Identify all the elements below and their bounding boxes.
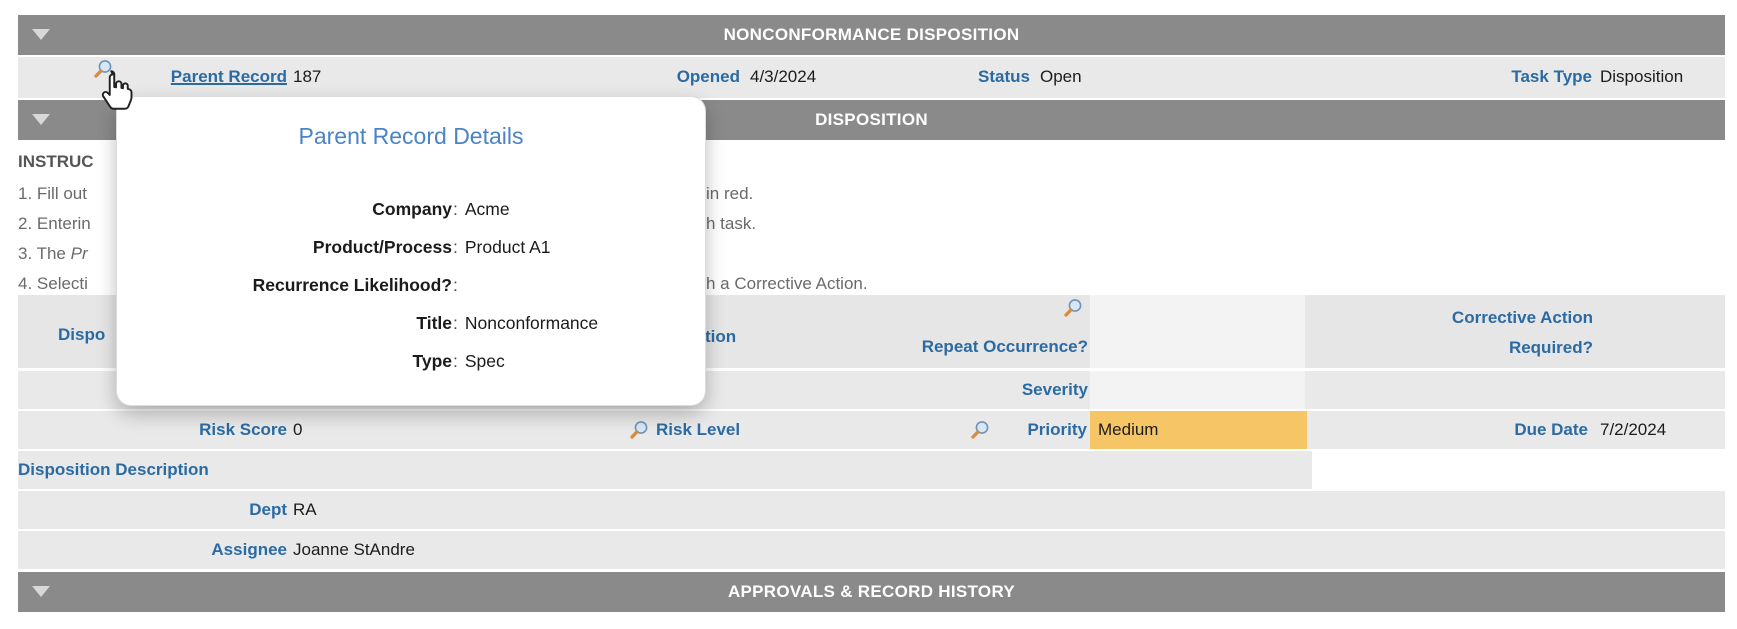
instruction-line-3-text: 3. The [18, 244, 71, 263]
status-value: Open [1040, 67, 1082, 86]
magnifier-icon[interactable] [628, 419, 650, 441]
instruction-line-1-left: 1. Fill out [18, 184, 87, 203]
popup-field-company: Company: Acme [137, 195, 685, 223]
corrective-action-required-header-line1: Corrective Action [1451, 308, 1593, 327]
due-date-value: 7/2/2024 [1600, 420, 1667, 439]
second-column-header-fragment: tion [705, 327, 737, 346]
repeat-occurrence-header: Repeat Occurrence? [921, 337, 1088, 356]
corrective-action-required-header-line2: Required? [1508, 338, 1593, 357]
disposition-description-label: Disposition Description [18, 460, 209, 479]
colon: : [453, 351, 458, 371]
popup-field-label: Product/Process [312, 237, 452, 257]
popup-field-product-process: Product/Process: Product A1 [137, 233, 685, 261]
instruction-line-2-right: h task. [706, 214, 757, 233]
magnifier-icon[interactable] [969, 419, 991, 441]
popup-field-label: Recurrence Likelihood? [252, 275, 452, 295]
instruction-line-1-right: in red. [706, 184, 754, 203]
severity-label: Severity [1021, 380, 1088, 399]
assignee-label: Assignee [211, 540, 287, 559]
colon: : [453, 313, 458, 333]
colon: : [453, 199, 458, 219]
instructions-heading: INSTRUC [18, 152, 94, 171]
popup-field-value: Product A1 [464, 237, 551, 257]
collapse-triangle-icon[interactable] [32, 586, 50, 597]
colon: : [453, 237, 458, 257]
popup-field-value: Nonconformance [464, 313, 599, 333]
instruction-line-3-italic: Pr [70, 244, 88, 263]
parent-record-link[interactable]: Parent Record [171, 64, 287, 90]
task-type-label: Task Type [1511, 67, 1592, 86]
status-label: Status [978, 67, 1030, 86]
task-type-value: Disposition [1600, 67, 1684, 86]
instruction-line-2-left: 2. Enterin [18, 214, 91, 233]
colon: : [453, 275, 458, 295]
magnifier-icon[interactable] [1062, 297, 1084, 319]
hand-pointer-cursor-icon [101, 70, 133, 110]
risk-score-label: Risk Score [199, 420, 287, 439]
popup-field-type: Type: Spec [137, 347, 685, 375]
section-bar-nonconformance-disposition: NONCONFORMANCE DISPOSITION [18, 15, 1725, 55]
collapse-triangle-icon[interactable] [32, 29, 50, 40]
due-date-label: Due Date [1514, 420, 1588, 439]
priority-value: Medium [1098, 420, 1159, 439]
section-bar-approvals-record-history: APPROVALS & RECORD HISTORY [18, 572, 1725, 612]
dept-value: RA [293, 500, 317, 519]
instruction-line-4-left: 4. Selecti [18, 274, 88, 293]
opened-value: 4/3/2024 [750, 67, 817, 86]
grid-header-value-cell [1090, 295, 1305, 368]
risk-level-label: Risk Level [656, 420, 741, 439]
collapse-triangle-icon[interactable] [32, 114, 50, 125]
risk-score-value: 0 [293, 420, 303, 439]
popup-field-label: Type [412, 351, 452, 371]
instruction-line-4-right: h a Corrective Action. [706, 274, 868, 293]
opened-label: Opened [676, 67, 740, 86]
popup-title: Parent Record Details [298, 123, 524, 149]
parent-record-value: 187 [293, 67, 322, 86]
disposition-description-text-area[interactable] [1312, 451, 1725, 491]
popup-field-value: Spec [464, 351, 505, 371]
popup-field-value: Acme [464, 199, 510, 219]
dept-label: Dept [249, 500, 287, 519]
popup-field-label: Company [372, 199, 452, 219]
section-title-approvals-record-history: APPROVALS & RECORD HISTORY [727, 582, 1016, 601]
nonconformance-disposition-form: NONCONFORMANCE DISPOSITION Parent Record… [0, 0, 1737, 629]
disposition-column-header-fragment: Dispo [58, 325, 106, 344]
severity-value-cell[interactable] [1090, 371, 1305, 409]
parent-record-details-popup: Parent Record Details Company: Acme Prod… [117, 97, 705, 405]
assignee-value: Joanne StAndre [293, 540, 415, 559]
popup-field-recurrence-likelihood: Recurrence Likelihood?: [137, 271, 685, 299]
popup-field-title: Title: Nonconformance [137, 309, 685, 337]
section-title-nonconformance-disposition: NONCONFORMANCE DISPOSITION [723, 25, 1020, 44]
popup-field-label: Title [416, 313, 452, 333]
instruction-line-3-left: 3. The Pr [18, 241, 88, 267]
section-title-disposition: DISPOSITION [815, 110, 928, 129]
priority-label: Priority [1027, 420, 1087, 439]
